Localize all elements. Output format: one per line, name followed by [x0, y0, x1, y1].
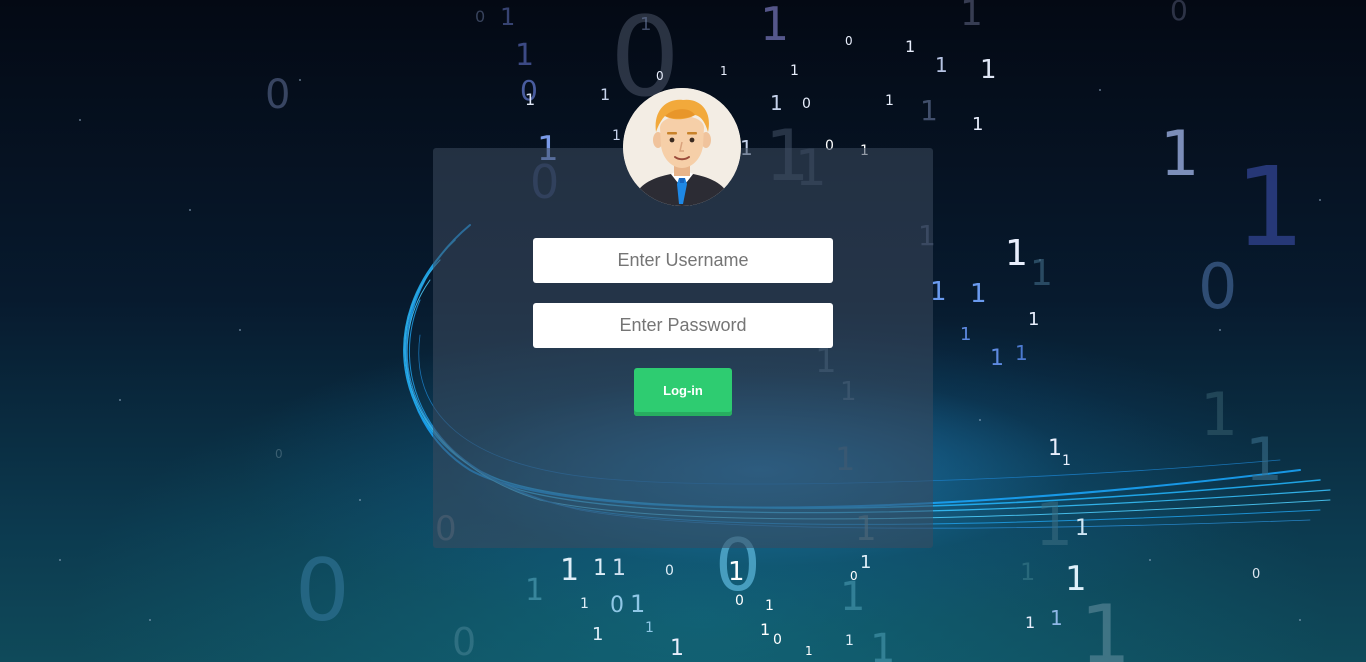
svg-text:1: 1 — [1048, 436, 1062, 461]
svg-text:1: 1 — [860, 552, 871, 573]
svg-text:0: 0 — [610, 593, 624, 618]
svg-text:1: 1 — [980, 55, 997, 85]
svg-text:1: 1 — [560, 553, 579, 588]
svg-text:1: 1 — [728, 557, 745, 587]
svg-text:1: 1 — [770, 91, 783, 115]
svg-text:1: 1 — [515, 38, 534, 73]
svg-text:1: 1 — [630, 590, 645, 618]
svg-text:1: 1 — [1075, 516, 1089, 541]
svg-text:0: 0 — [475, 7, 485, 26]
svg-text:0: 0 — [1170, 0, 1188, 27]
svg-text:1: 1 — [500, 3, 515, 31]
svg-text:0: 0 — [656, 69, 664, 83]
svg-text:1: 1 — [920, 94, 938, 127]
svg-text:1: 1 — [580, 596, 589, 612]
svg-text:1: 1 — [1160, 117, 1199, 190]
svg-text:1: 1 — [970, 279, 987, 309]
svg-text:1: 1 — [1080, 588, 1131, 662]
svg-text:1: 1 — [525, 90, 535, 109]
svg-text:1: 1 — [1062, 453, 1071, 469]
svg-text:1: 1 — [670, 636, 684, 661]
svg-text:1: 1 — [845, 633, 854, 649]
svg-text:1: 1 — [612, 128, 621, 144]
svg-text:1: 1 — [1035, 490, 1073, 560]
svg-text:1: 1 — [1200, 380, 1238, 450]
svg-text:1: 1 — [1050, 606, 1063, 630]
svg-text:1: 1 — [1025, 613, 1035, 632]
username-input[interactable] — [533, 238, 833, 283]
svg-text:1: 1 — [1030, 253, 1053, 294]
password-input[interactable] — [533, 303, 833, 348]
login-button[interactable]: Log-in — [634, 368, 732, 416]
svg-text:1: 1 — [885, 93, 894, 109]
svg-text:1: 1 — [1235, 143, 1305, 271]
svg-text:0: 0 — [265, 72, 290, 118]
svg-text:1: 1 — [905, 37, 915, 56]
svg-text:1: 1 — [790, 63, 799, 79]
svg-text:1: 1 — [805, 644, 813, 658]
svg-text:1: 1 — [765, 598, 774, 614]
svg-text:0: 0 — [665, 563, 674, 579]
svg-text:1: 1 — [972, 114, 983, 135]
businessman-avatar-icon — [623, 88, 741, 206]
svg-text:0: 0 — [773, 632, 782, 648]
svg-text:1: 1 — [640, 14, 651, 35]
svg-text:1: 1 — [1020, 558, 1035, 586]
svg-text:1: 1 — [1028, 309, 1039, 330]
svg-text:1: 1 — [525, 573, 544, 608]
svg-text:1: 1 — [760, 0, 789, 51]
svg-text:1: 1 — [592, 624, 603, 645]
svg-text:0: 0 — [845, 34, 853, 48]
svg-text:0: 0 — [1198, 250, 1237, 323]
svg-text:1: 1 — [870, 626, 895, 662]
svg-text:1: 1 — [720, 64, 728, 78]
svg-text:1: 1 — [935, 53, 948, 77]
svg-text:1: 1 — [960, 0, 983, 34]
svg-text:0: 0 — [295, 541, 350, 641]
svg-text:0: 0 — [452, 620, 476, 662]
svg-text:0: 0 — [275, 447, 283, 461]
svg-text:1: 1 — [990, 346, 1004, 371]
svg-text:1: 1 — [1015, 341, 1028, 365]
svg-text:1: 1 — [600, 85, 610, 104]
svg-text:0: 0 — [850, 569, 858, 583]
svg-text:1: 1 — [1245, 425, 1283, 495]
svg-text:1: 1 — [593, 556, 607, 581]
svg-text:1: 1 — [645, 620, 654, 636]
login-card — [433, 148, 933, 548]
svg-text:0: 0 — [735, 593, 744, 609]
svg-text:1: 1 — [960, 324, 971, 345]
svg-text:1: 1 — [612, 556, 626, 581]
svg-text:0: 0 — [802, 96, 811, 112]
svg-text:0: 0 — [1252, 567, 1260, 582]
svg-text:1: 1 — [760, 620, 770, 639]
svg-text:1: 1 — [1005, 233, 1028, 274]
